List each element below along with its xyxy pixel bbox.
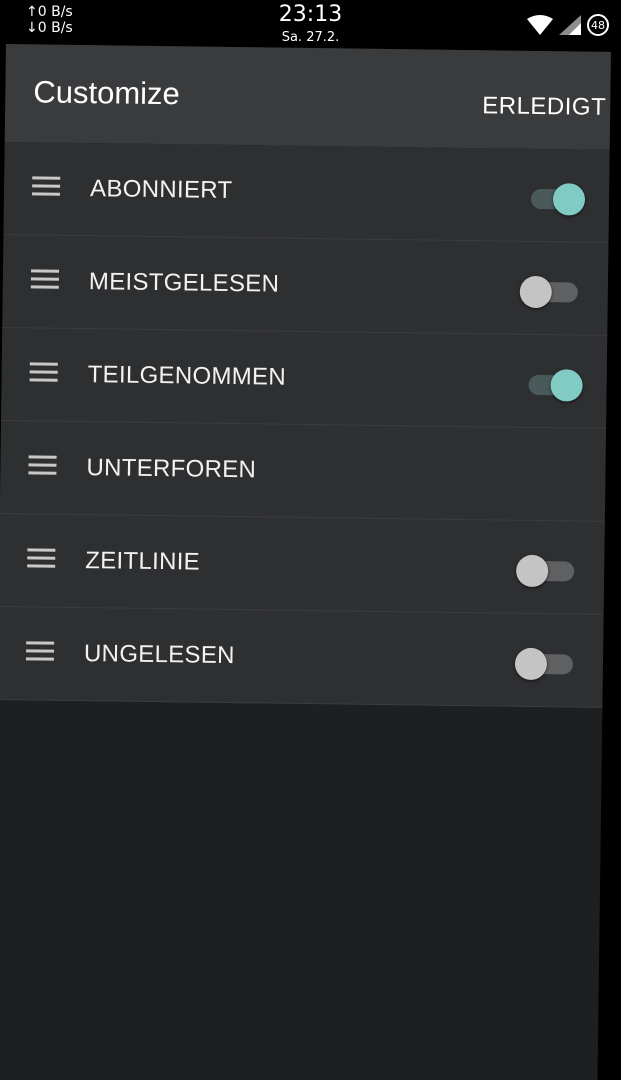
battery-level: 48 xyxy=(591,18,605,32)
category-list: ABONNIERT MEISTGELESEN TEILGENOMMEN UNTERFO… xyxy=(0,141,610,708)
list-item-label: ZEITLINIE xyxy=(85,547,201,576)
drag-handle-icon[interactable] xyxy=(32,176,61,196)
done-button[interactable]: ERLEDIGT xyxy=(482,92,606,122)
toggle-thumb xyxy=(550,369,583,402)
list-item-label: MEISTGELESEN xyxy=(88,268,280,298)
drag-handle-icon[interactable] xyxy=(28,455,57,475)
list-item[interactable]: UNTERFOREN xyxy=(0,420,607,522)
toggle-thumb xyxy=(515,554,549,588)
signal-icon xyxy=(559,15,581,35)
wifi-icon xyxy=(527,15,553,35)
toggle-thumb xyxy=(519,275,553,309)
toggle-switch[interactable] xyxy=(519,274,582,309)
list-item-label: UNTERFOREN xyxy=(86,454,257,484)
app-bar: Customize ERLEDIGT xyxy=(4,44,611,150)
list-item-label: UNGELESEN xyxy=(83,640,235,670)
drag-handle-icon[interactable] xyxy=(27,548,56,568)
page-title: Customize xyxy=(33,74,181,112)
toggle-thumb xyxy=(514,647,548,681)
drag-handle-icon[interactable] xyxy=(25,641,55,661)
list-item[interactable]: ZEITLINIE xyxy=(0,513,605,615)
toggle-switch[interactable] xyxy=(514,646,577,681)
list-item[interactable]: MEISTGELESEN xyxy=(2,234,609,336)
status-bar: ↑0 B/s ↓0 B/s 23:13 Sa. 27.2. 48 xyxy=(0,0,621,46)
drag-handle-icon[interactable] xyxy=(29,362,58,382)
screen: ↑0 B/s ↓0 B/s 23:13 Sa. 27.2. 48 Customi… xyxy=(0,0,621,1080)
list-item[interactable]: ABONNIERT xyxy=(3,141,610,243)
list-item-label: TEILGENOMMEN xyxy=(87,361,287,391)
drag-handle-icon[interactable] xyxy=(30,269,60,289)
battery-icon: 48 xyxy=(587,14,609,36)
toggle-thumb xyxy=(552,183,586,216)
customize-dialog: Customize ERLEDIGT ABONNIERT MEISTGELESEN… xyxy=(0,44,611,1080)
status-icons: 48 xyxy=(527,14,609,36)
list-item[interactable]: TEILGENOMMEN xyxy=(1,327,608,429)
list-item[interactable]: UNGELESEN xyxy=(0,606,604,708)
toggle-switch[interactable] xyxy=(515,553,578,588)
list-item-label: ABONNIERT xyxy=(89,175,233,204)
toggle-switch[interactable] xyxy=(527,181,586,216)
toggle-switch[interactable] xyxy=(524,367,583,402)
